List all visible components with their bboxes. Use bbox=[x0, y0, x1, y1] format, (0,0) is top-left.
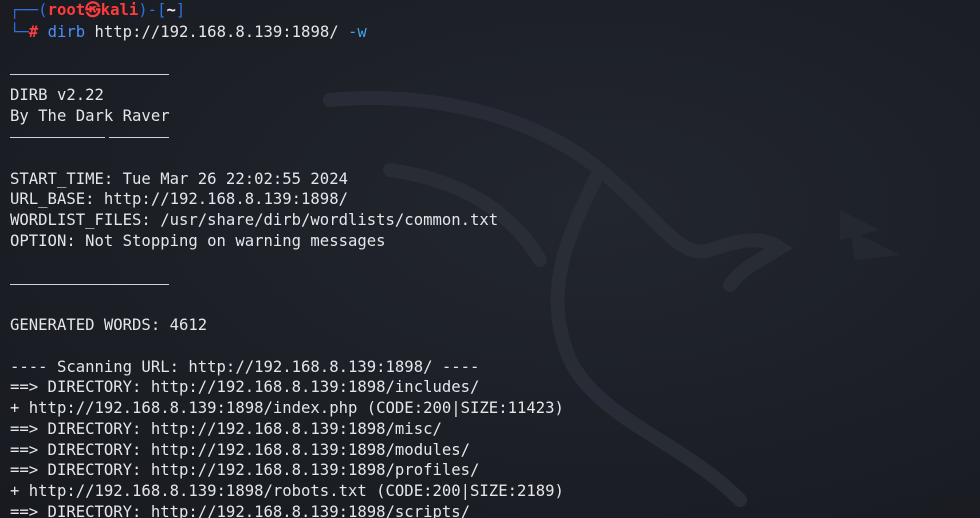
banner-rule-top bbox=[10, 74, 169, 75]
prompt-line: ┌──(root㉿kali)-[~] bbox=[10, 0, 185, 21]
scan-header: ---- Scanning URL: http://192.168.8.139:… bbox=[10, 358, 480, 376]
info-rule bbox=[10, 284, 169, 285]
banner-rule-bottom-left bbox=[10, 137, 105, 138]
terminal-output: ┌──(root㉿kali)-[~] └─# dirb http://192.1… bbox=[10, 0, 980, 518]
prompt-frame-close: ] bbox=[175, 1, 186, 19]
terminal-window[interactable]: ┌──(root㉿kali)-[~] └─# dirb http://192.1… bbox=[0, 0, 980, 518]
banner-version: DIRB v2.22 bbox=[10, 86, 104, 104]
result-line: ==> DIRECTORY: http://192.168.8.139:1898… bbox=[10, 461, 480, 479]
prompt-host: kali bbox=[100, 1, 139, 19]
result-line: ==> DIRECTORY: http://192.168.8.139:1898… bbox=[10, 420, 442, 438]
prompt-hash: # bbox=[28, 23, 39, 41]
prompt-frame-open: ┌──( bbox=[10, 1, 48, 19]
command-flag: -w bbox=[348, 23, 367, 41]
result-line: ==> DIRECTORY: http://192.168.8.139:1898… bbox=[10, 503, 471, 518]
command-name: dirb bbox=[47, 23, 86, 41]
result-line: + http://192.168.8.139:1898/index.php (C… bbox=[10, 399, 564, 417]
info-option: OPTION: Not Stopping on warning messages bbox=[10, 232, 386, 250]
prompt-frame-mid: )-[ bbox=[138, 1, 167, 19]
command-line[interactable]: └─# dirb http://192.168.8.139:1898/ -w bbox=[10, 22, 367, 43]
result-line: ==> DIRECTORY: http://192.168.8.139:1898… bbox=[10, 441, 471, 459]
info-url-base: URL_BASE: http://192.168.8.139:1898/ bbox=[10, 190, 348, 208]
banner-rule-bottom-right bbox=[109, 137, 169, 138]
command-argument: http://192.168.8.139:1898/ bbox=[94, 23, 339, 41]
info-start-time: START_TIME: Tue Mar 26 22:02:55 2024 bbox=[10, 170, 348, 188]
prompt-corner: └─ bbox=[10, 23, 29, 41]
result-line: ==> DIRECTORY: http://192.168.8.139:1898… bbox=[10, 378, 480, 396]
generated-words: GENERATED WORDS: 4612 bbox=[10, 316, 208, 334]
banner-author: By The Dark Raver bbox=[10, 107, 170, 125]
result-line: + http://192.168.8.139:1898/robots.txt (… bbox=[10, 482, 564, 500]
prompt-directory: ~ bbox=[166, 1, 176, 19]
info-wordlist: WORDLIST_FILES: /usr/share/dirb/wordlist… bbox=[10, 211, 499, 229]
prompt-at-symbol: ㉿ bbox=[85, 1, 101, 19]
prompt-user: root bbox=[47, 1, 86, 19]
